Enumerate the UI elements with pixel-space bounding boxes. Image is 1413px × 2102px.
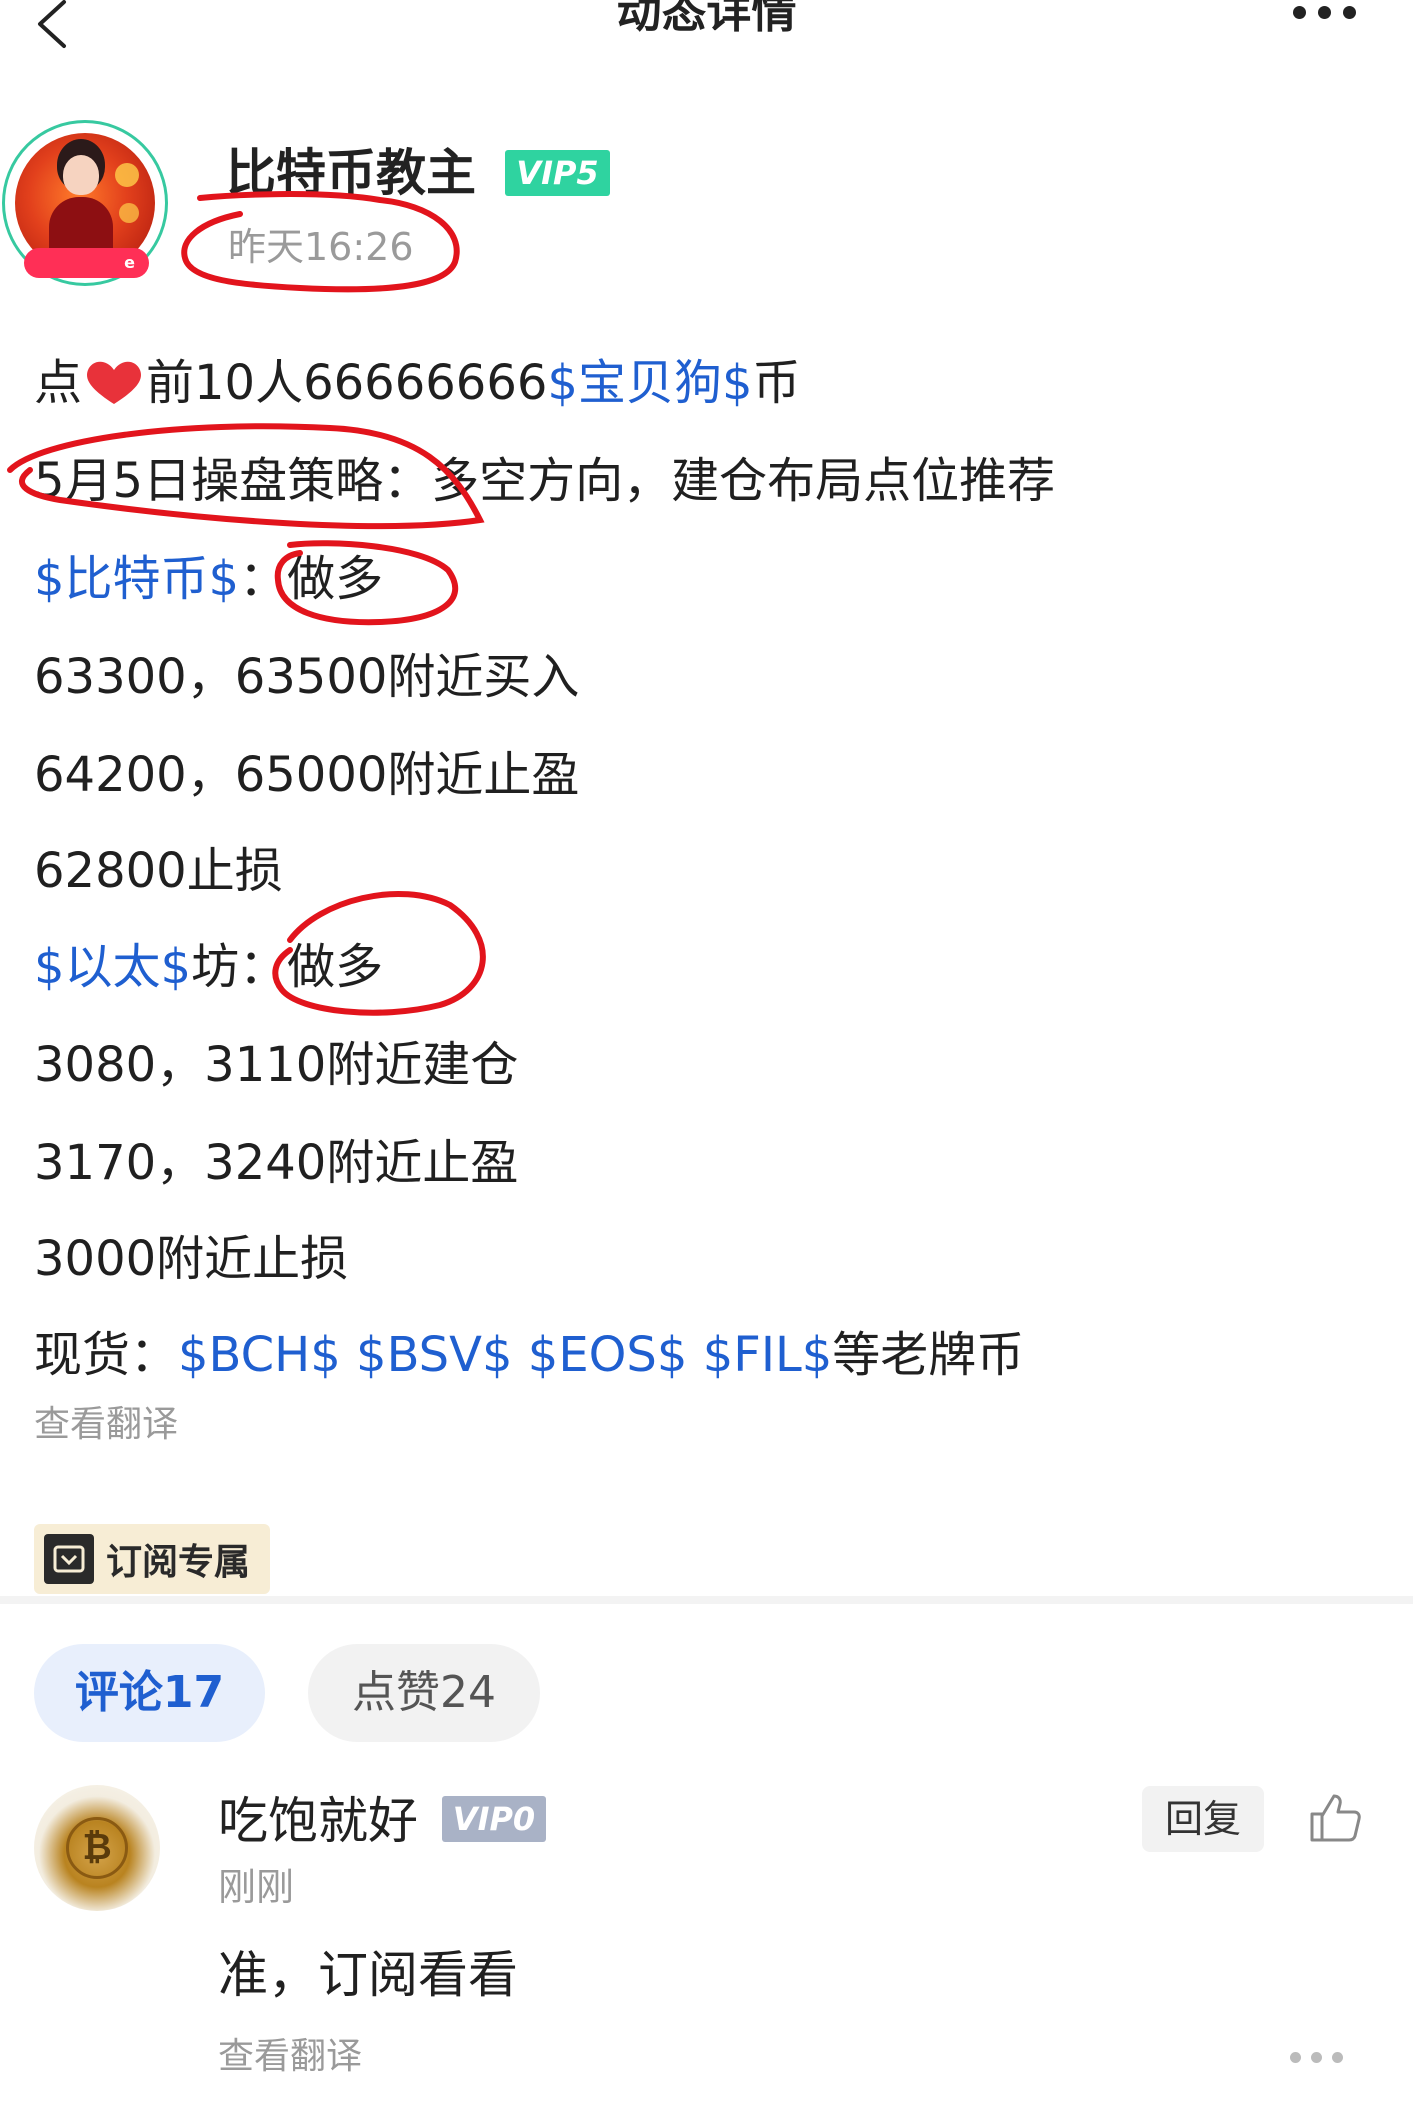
post-line: $以太$坊：做多 [34, 939, 384, 995]
post-line: 5月5日操盘策略：多空方向，建仓布局点位推荐 [34, 453, 1056, 509]
post-line: 3080，3110附近建仓 [34, 1037, 519, 1093]
post-line: 3170，3240附近止盈 [34, 1135, 519, 1191]
tab-comments[interactable]: 评论17 [34, 1644, 265, 1742]
commenter-name[interactable]: 吃饱就好 [218, 1786, 418, 1856]
post-line: 3000附近止损 [34, 1231, 349, 1287]
subscribe-icon [44, 1534, 94, 1584]
hashtag-link[interactable]: $BCH$ $BSV$ $EOS$ $FIL$ [178, 1327, 832, 1383]
post-line: $比特币$：做多 [34, 551, 384, 607]
hashtag-link[interactable]: $宝贝狗$ [547, 355, 752, 411]
vip-badge: VIP0 [442, 1796, 546, 1842]
post-line: 62800止损 [34, 843, 283, 899]
thumbs-up-icon[interactable] [1306, 1790, 1362, 1846]
comment-time: 刚刚 [218, 1865, 295, 1909]
post-line: 现货：$BCH$ $BSV$ $EOS$ $FIL$等老牌币 [34, 1327, 1025, 1383]
post-line: 64200，65000附近止盈 [34, 747, 580, 803]
more-options-icon[interactable] [1293, 6, 1363, 22]
divider [0, 1596, 1413, 1604]
tab-likes[interactable]: 点赞24 [308, 1644, 540, 1742]
subscribe-tag[interactable]: 订阅专属 [34, 1524, 270, 1594]
author-avatar[interactable]: e [2, 120, 172, 290]
reply-button[interactable]: 回复 [1142, 1786, 1264, 1852]
author-name[interactable]: 比特币教主 [226, 138, 476, 208]
hashtag-link[interactable]: $以太$ [34, 939, 191, 995]
post-line: 点前10人66666666$宝贝狗$币 [34, 355, 801, 411]
post-time: 昨天16:26 [228, 225, 414, 269]
hashtag-link[interactable]: $比特币$ [34, 551, 239, 607]
post-line: 63300，63500附近买入 [34, 649, 580, 705]
more-options-icon[interactable] [1290, 2052, 1350, 2066]
page-title: 动态详情 [616, 0, 797, 38]
comment-text: 准，订阅看看 [218, 1946, 518, 2004]
bitcoin-icon: ₿ [66, 1817, 128, 1879]
heart-icon [82, 357, 146, 407]
live-badge: e [24, 248, 149, 278]
translate-link[interactable]: 查看翻译 [218, 2032, 362, 2082]
commenter-avatar[interactable]: ₿ [34, 1785, 160, 1911]
translate-link[interactable]: 查看翻译 [34, 1400, 178, 1450]
vip-badge: VIP5 [505, 150, 610, 196]
